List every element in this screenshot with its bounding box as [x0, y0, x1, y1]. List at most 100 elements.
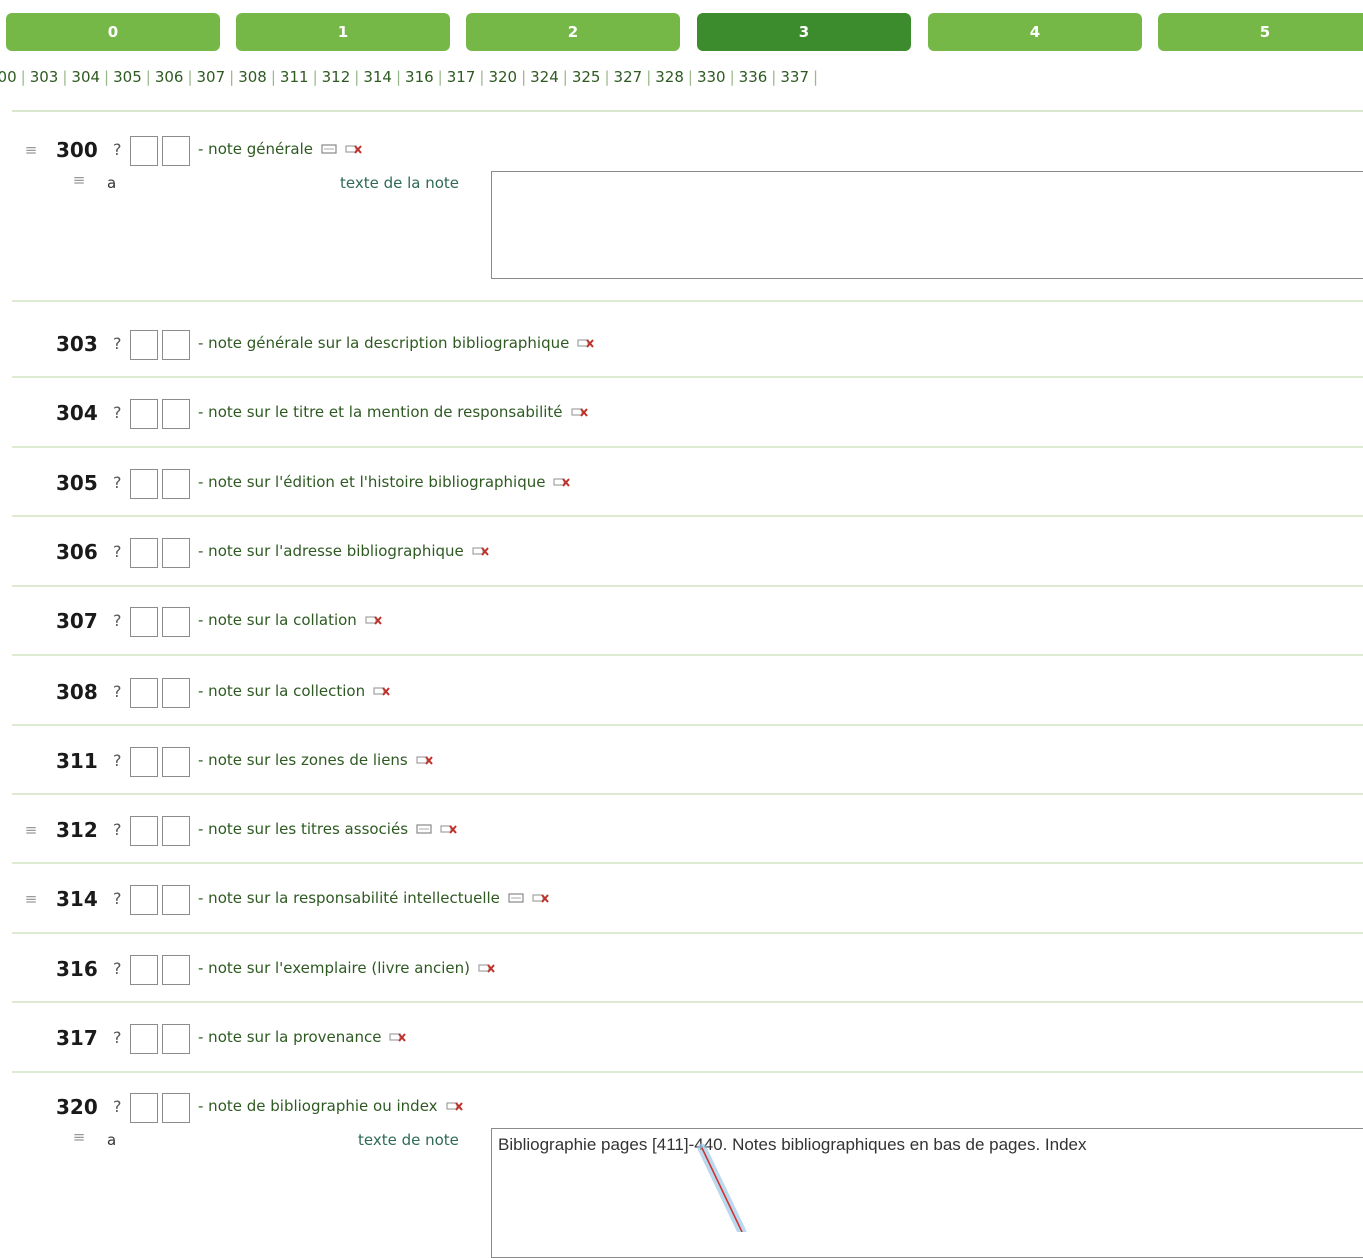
indicator-help-icon[interactable]: ? — [113, 140, 122, 159]
anchor-link-314[interactable]: 314 — [359, 68, 396, 86]
indicator-help-icon[interactable]: ? — [113, 334, 122, 353]
add-subfield-icon[interactable] — [416, 821, 432, 839]
field-separator — [12, 376, 1363, 378]
indicator-2-input[interactable] — [162, 136, 190, 166]
indicator-help-icon[interactable]: ? — [113, 1028, 122, 1047]
tab-label: 4 — [1029, 23, 1041, 41]
indicator-1-input[interactable] — [130, 885, 158, 915]
indicator-2-input[interactable] — [162, 469, 190, 499]
indicator-2-input[interactable] — [162, 607, 190, 637]
indicator-2-input[interactable] — [162, 816, 190, 846]
indicator-1-input[interactable] — [130, 538, 158, 568]
anchor-link-303[interactable]: 303 — [26, 68, 63, 86]
indicator-1-input[interactable] — [130, 607, 158, 637]
indicator-1-input[interactable] — [130, 1093, 158, 1123]
field-tag: 305 — [56, 471, 98, 495]
indicator-help-icon[interactable]: ? — [113, 889, 122, 908]
indicator-help-icon[interactable]: ? — [113, 820, 122, 839]
delete-field-icon[interactable] — [445, 1098, 464, 1116]
tab-label: 2 — [567, 23, 579, 41]
anchor-link-311[interactable]: 311 — [276, 68, 313, 86]
indicator-2-input[interactable] — [162, 399, 190, 429]
anchor-link-337[interactable]: 337 — [776, 68, 813, 86]
indicator-help-icon[interactable]: ? — [113, 959, 122, 978]
anchor-link-325[interactable]: 325 — [568, 68, 605, 86]
anchor-link-307[interactable]: 307 — [193, 68, 230, 86]
indicator-1-input[interactable] — [130, 1024, 158, 1054]
tab-4[interactable]: 4 — [928, 13, 1142, 51]
field-separator — [12, 1071, 1363, 1073]
indicator-1-input[interactable] — [130, 399, 158, 429]
drag-handle-icon[interactable]: ≡ — [72, 1128, 86, 1146]
field-separator — [12, 585, 1363, 587]
field-separator — [12, 862, 1363, 864]
field-label: - note sur les zones de liens — [198, 751, 434, 770]
delete-field-icon[interactable] — [478, 960, 496, 978]
tab-2[interactable]: 2 — [466, 13, 680, 51]
indicator-2-input[interactable] — [162, 330, 190, 360]
anchor-link-336[interactable]: 336 — [735, 68, 772, 86]
anchor-link-317[interactable]: 317 — [443, 68, 480, 86]
indicator-2-input[interactable] — [162, 678, 190, 708]
delete-field-icon[interactable] — [373, 683, 391, 701]
delete-field-icon[interactable] — [365, 612, 383, 630]
tab-3[interactable]: 3 — [697, 13, 911, 51]
field-label: - note de bibliographie ou index — [198, 1097, 464, 1116]
delete-field-icon[interactable] — [577, 335, 595, 353]
indicator-help-icon[interactable]: ? — [113, 682, 122, 701]
indicator-2-input[interactable] — [162, 538, 190, 568]
indicator-1-input[interactable] — [130, 747, 158, 777]
tab-0[interactable]: 0 — [6, 13, 220, 51]
tab-1[interactable]: 1 — [236, 13, 450, 51]
indicator-help-icon[interactable]: ? — [113, 473, 122, 492]
delete-field-icon[interactable] — [345, 141, 363, 159]
field-tag: 304 — [56, 401, 98, 425]
indicator-help-icon[interactable]: ? — [113, 403, 122, 422]
add-subfield-icon[interactable] — [508, 890, 524, 908]
anchor-link-324[interactable]: 324 — [526, 68, 563, 86]
indicator-1-input[interactable] — [130, 816, 158, 846]
anchor-link-312[interactable]: 312 — [318, 68, 355, 86]
indicator-1-input[interactable] — [130, 469, 158, 499]
drag-handle-icon[interactable]: ≡ — [24, 141, 38, 159]
anchor-link-316[interactable]: 316 — [401, 68, 438, 86]
indicator-2-input[interactable] — [162, 885, 190, 915]
indicator-help-icon[interactable]: ? — [113, 611, 122, 630]
anchor-link-304[interactable]: 304 — [67, 68, 104, 86]
subfield-textarea[interactable]: Bibliographie pages [411]-440. Notes bib… — [491, 1128, 1363, 1258]
indicator-2-input[interactable] — [162, 955, 190, 985]
delete-field-icon[interactable] — [472, 543, 490, 561]
drag-handle-icon[interactable]: ≡ — [24, 890, 38, 908]
delete-field-icon[interactable] — [570, 404, 589, 422]
delete-field-icon[interactable] — [553, 474, 571, 492]
indicator-1-input[interactable] — [130, 330, 158, 360]
indicator-help-icon[interactable]: ? — [113, 542, 122, 561]
anchor-link-320[interactable]: 320 — [484, 68, 521, 86]
drag-handle-icon[interactable]: ≡ — [72, 171, 86, 189]
indicator-1-input[interactable] — [130, 955, 158, 985]
anchor-link-327[interactable]: 327 — [610, 68, 647, 86]
indicator-help-icon[interactable]: ? — [113, 1097, 122, 1116]
anchor-link-308[interactable]: 308 — [234, 68, 271, 86]
delete-field-icon[interactable] — [532, 890, 550, 908]
anchor-link-328[interactable]: 328 — [651, 68, 688, 86]
indicator-help-icon[interactable]: ? — [113, 751, 122, 770]
anchor-link-306[interactable]: 306 — [151, 68, 188, 86]
delete-field-icon[interactable] — [416, 752, 434, 770]
indicator-2-input[interactable] — [162, 747, 190, 777]
indicator-2-input[interactable] — [162, 1024, 190, 1054]
tab-5[interactable]: 5 — [1158, 13, 1363, 51]
anchor-link-330[interactable]: 330 — [693, 68, 730, 86]
indicator-2-input[interactable] — [162, 1093, 190, 1123]
delete-field-icon[interactable] — [389, 1029, 407, 1047]
anchor-link-300[interactable]: 300 — [0, 68, 21, 86]
field-label-text: - note générale — [198, 140, 313, 158]
indicator-1-input[interactable] — [130, 678, 158, 708]
anchor-link-305[interactable]: 305 — [109, 68, 146, 86]
tab-label: 5 — [1259, 23, 1271, 41]
indicator-1-input[interactable] — [130, 136, 158, 166]
drag-handle-icon[interactable]: ≡ — [24, 821, 38, 839]
subfield-textarea[interactable] — [491, 171, 1363, 279]
add-subfield-icon[interactable] — [321, 141, 337, 159]
delete-field-icon[interactable] — [440, 821, 458, 839]
